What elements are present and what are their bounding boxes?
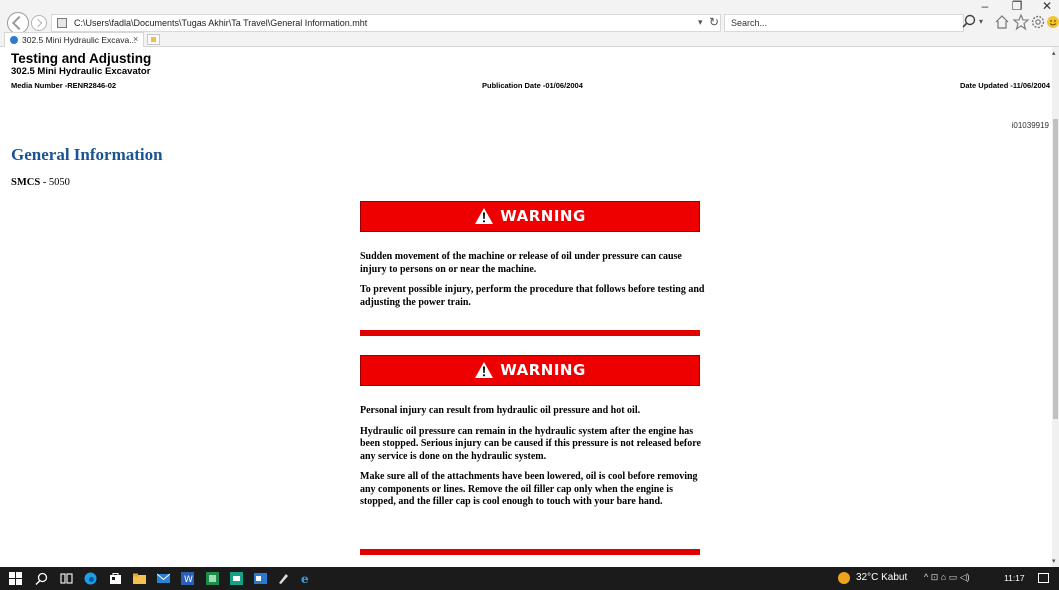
excel-icon[interactable] <box>206 572 219 585</box>
page-favicon-icon <box>57 18 67 28</box>
document-view: Testing and Adjusting 302.5 Mini Hydraul… <box>0 47 1052 567</box>
scrollbar-thumb[interactable] <box>1053 119 1058 419</box>
search-input[interactable]: Search... <box>724 14 964 32</box>
mail-icon[interactable] <box>157 572 170 585</box>
refresh-icon[interactable]: ↻ <box>709 15 719 29</box>
smiley-feedback-icon[interactable] <box>1045 13 1059 31</box>
minimize-button[interactable]: – <box>973 0 997 14</box>
home-icon[interactable] <box>993 13 1011 31</box>
warning-triangle-icon <box>475 362 494 378</box>
new-tab-button[interactable] <box>147 34 160 45</box>
browser-chrome: – ❐ ✕ C:\Users\fadla\Documents\Tugas Akh… <box>0 0 1059 47</box>
weather-text[interactable]: 32°C Kabut <box>856 572 907 583</box>
model-subtitle: 302.5 Mini Hydraulic Excavator <box>11 66 151 77</box>
warning-paragraph: Sudden movement of the machine or releas… <box>360 251 682 275</box>
warning-paragraph: Personal injury can result from hydrauli… <box>360 405 641 416</box>
scroll-up-icon[interactable]: ▴ <box>1052 49 1056 57</box>
svg-text:e: e <box>301 572 309 585</box>
internet-explorer-icon[interactable]: e <box>300 572 313 585</box>
store-icon[interactable] <box>109 572 122 585</box>
warning-paragraph: To prevent possible injury, perform the … <box>360 284 705 308</box>
warning-label: WARNING <box>500 207 586 225</box>
tab-active[interactable]: 302.5 Mini Hydraulic Excava... × <box>4 32 144 47</box>
warning-end-rule <box>360 549 700 555</box>
smcs-label: SMCS <box>11 177 41 188</box>
address-dropdown-icon[interactable]: ▾ <box>698 17 703 28</box>
windows-start-icon[interactable] <box>9 572 22 585</box>
ie-favicon-icon <box>10 36 18 44</box>
warning-end-rule <box>360 330 700 336</box>
system-tray-icons[interactable]: ^ ⊡ ⌂ ▭ ◁) <box>924 572 970 583</box>
warning-banner: WARNING <box>360 355 700 386</box>
file-explorer-icon[interactable] <box>133 572 146 585</box>
address-text[interactable]: C:\Users\fadla\Documents\Tugas Akhir\Ta … <box>74 18 367 28</box>
warning-triangle-icon <box>475 208 494 224</box>
scroll-down-icon[interactable]: ▾ <box>1052 557 1056 565</box>
taskbar: W e 32°C Kabut ^ ⊡ ⌂ ▭ ◁) 11:17 <box>0 567 1059 590</box>
close-window-button[interactable]: ✕ <box>1035 0 1059 14</box>
address-bar[interactable]: C:\Users\fadla\Documents\Tugas Akhir\Ta … <box>51 14 721 32</box>
smcs-code: SMCS - 5050 <box>11 177 70 188</box>
warning-text: Sudden movement of the machine or releas… <box>360 251 705 317</box>
back-button[interactable] <box>7 12 29 34</box>
task-view-icon[interactable] <box>60 572 73 585</box>
tab-strip: 302.5 Mini Hydraulic Excava... × <box>0 32 1059 47</box>
section-title: General Information <box>11 145 163 164</box>
date-updated: Date Updated -11/06/2004 <box>959 81 1050 90</box>
tab-title: 302.5 Mini Hydraulic Excava... <box>22 35 137 45</box>
taskbar-search-icon[interactable] <box>35 572 48 585</box>
word-icon[interactable]: W <box>181 572 194 585</box>
search-placeholder: Search... <box>731 18 768 28</box>
teams-icon[interactable] <box>254 572 267 585</box>
warning-paragraph: Hydraulic oil pressure can remain in the… <box>360 425 701 462</box>
svg-text:W: W <box>184 575 193 585</box>
photos-icon[interactable] <box>230 572 243 585</box>
favorites-star-icon[interactable] <box>1012 13 1030 31</box>
warning-paragraph: Make sure all of the attachments have be… <box>360 471 698 507</box>
notification-icon[interactable] <box>1038 573 1049 583</box>
smcs-value: - 5050 <box>40 177 70 188</box>
search-icon[interactable] <box>960 13 978 31</box>
vertical-scrollbar[interactable]: ▴ ▾ <box>1052 47 1059 567</box>
clock[interactable]: 11:17 <box>1004 573 1025 583</box>
warning-banner: WARNING <box>360 201 700 232</box>
forward-button[interactable] <box>31 15 47 31</box>
edge-icon[interactable] <box>84 572 97 585</box>
publication-date: Publication Date -01/06/2004 <box>482 81 583 90</box>
warning-label: WARNING <box>500 361 586 379</box>
pen-tool-icon[interactable] <box>277 572 290 585</box>
page-title: Testing and Adjusting <box>11 51 152 66</box>
restore-button[interactable]: ❐ <box>1005 0 1029 14</box>
tab-close-icon[interactable]: × <box>133 34 138 44</box>
search-dropdown-icon[interactable]: ▾ <box>979 17 983 26</box>
weather-icon[interactable] <box>838 572 850 584</box>
image-id: i01039919 <box>1011 121 1049 130</box>
warning-text: Personal injury can result from hydrauli… <box>360 405 705 517</box>
media-number: Media Number -RENR2846-02 <box>11 81 117 90</box>
